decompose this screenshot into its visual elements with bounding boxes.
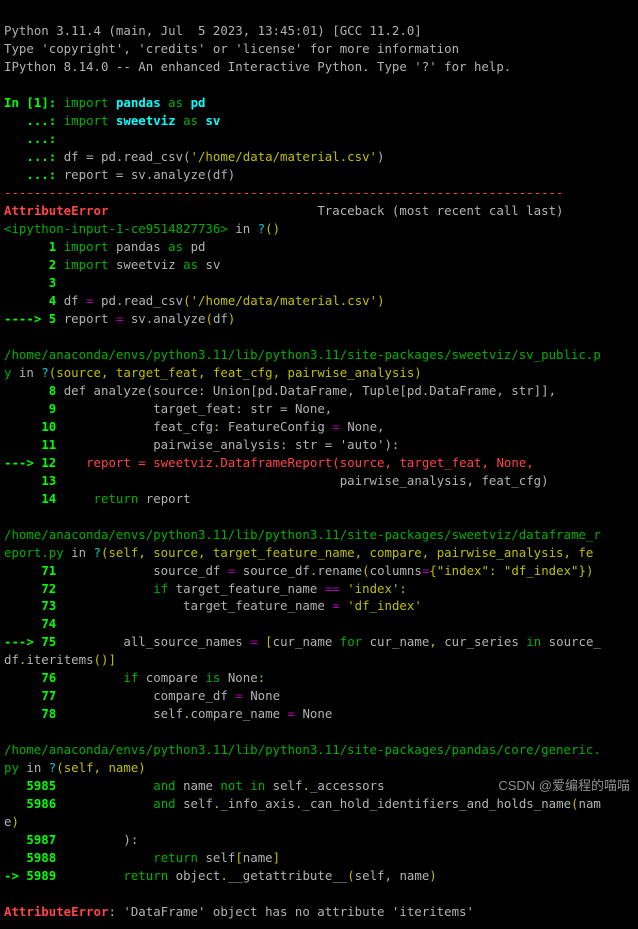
frame3-path: /home/anaconda/envs/python3.11/lib/pytho…: [4, 742, 601, 757]
f1-10: 10 feat_cfg: FeatureConfig = None,: [4, 419, 385, 434]
f1-8: 8 def analyze(source: Union[pd.DataFrame…: [4, 383, 556, 398]
frame2-path: /home/anaconda/envs/python3.11/lib/pytho…: [4, 527, 601, 542]
f2-75: ---> 75 all_source_names = [cur_name for…: [4, 634, 601, 649]
ipython-source: <ipython-input-1-ce9514827736> in ?(): [4, 221, 280, 236]
f1-14: 14 return report: [4, 491, 191, 506]
f2-78: 78 self.compare_name = None: [4, 706, 332, 721]
error-header: AttributeError Traceback (most recent ca…: [4, 203, 564, 218]
tb-line-1: 1 import pandas as pd: [4, 239, 205, 254]
f2-74: 74: [4, 616, 56, 631]
watermark: CSDN @爱编程的喵喵: [498, 777, 630, 796]
f3-5986b: e): [4, 814, 19, 829]
traceback-separator: ----------------------------------------…: [4, 185, 564, 200]
f1-13: 13 pairwise_analysis, feat_cfg): [4, 473, 549, 488]
f3-5985: 5985 and name not in self._accessors: [4, 778, 385, 793]
f2-72: 72 if target_feature_name == 'index':: [4, 581, 407, 596]
cont-prompt-4: ...: report = sv.analyze(df): [4, 167, 235, 182]
cont-prompt-3: ...: df = pd.read_csv('/home/data/materi…: [4, 149, 384, 164]
tb-line-2: 2 import sweetviz as sv: [4, 257, 220, 272]
f3-5989: -> 5989 return object.__getattribute__(s…: [4, 868, 437, 883]
frame2-path2: eport.py in ?(self, source, target_featu…: [4, 545, 593, 560]
f2-73: 73 target_feature_name = 'df_index': [4, 598, 422, 613]
f2-71: 71 source_df = source_df.rename(columns=…: [4, 563, 593, 578]
cont-prompt-1: ...: import sweetviz as sv: [4, 113, 220, 128]
f2-76: 76 if compare is None:: [4, 670, 265, 685]
f2-77: 77 compare_df = None: [4, 688, 280, 703]
ipython-banner: IPython 8.14.0 -- An enhanced Interactiv…: [4, 59, 511, 74]
final-error: AttributeError: 'DataFrame' object has n…: [4, 904, 474, 919]
tb-line-5: ----> 5 report = sv.analyze(df): [4, 311, 235, 326]
f3-5986: 5986 and self._info_axis._can_hold_ident…: [4, 796, 601, 811]
in-prompt: In [1]: import pandas as pd: [4, 95, 205, 110]
frame1-path: /home/anaconda/envs/python3.11/lib/pytho…: [4, 347, 601, 362]
f2-75b: df.iteritems()]: [4, 652, 116, 667]
python-banner-2: Type 'copyright', 'credits' or 'license'…: [4, 41, 459, 56]
f3-5987: 5987 ):: [4, 832, 138, 847]
f1-12: ---> 12 report = sweetviz.DataframeRepor…: [4, 455, 534, 470]
f1-9: 9 target_feat: str = None,: [4, 401, 332, 416]
f1-11: 11 pairwise_analysis: str = 'auto'):: [4, 437, 399, 452]
f3-5988: 5988 return self[name]: [4, 850, 280, 865]
tb-line-4: 4 df = pd.read_csv('/home/data/material.…: [4, 293, 385, 308]
python-banner-1: Python 3.11.4 (main, Jul 5 2023, 13:45:0…: [4, 23, 422, 38]
frame1-path2: y in ?(source, target_feat, feat_cfg, pa…: [4, 365, 422, 380]
frame3-path2: py in ?(self, name): [4, 760, 146, 775]
cont-prompt-2: ...:: [4, 131, 64, 146]
tb-line-3: 3: [4, 275, 56, 290]
